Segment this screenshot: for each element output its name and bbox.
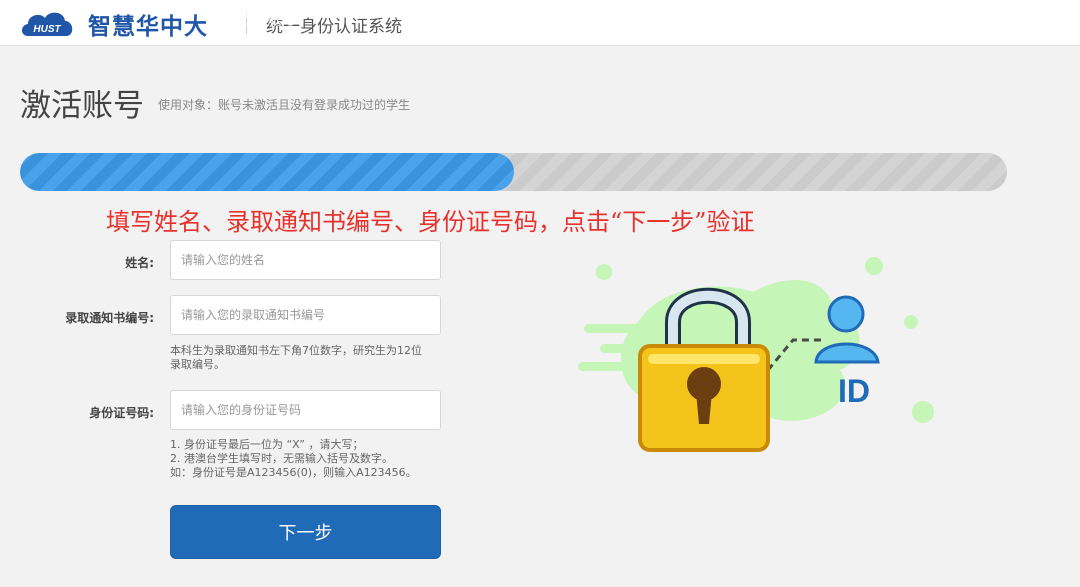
id-number-input[interactable] [170,390,441,430]
admission-hint-line: 录取编号。 [170,358,225,371]
admission-number-hint: 本科生为录取通知书左下角7位数字，研究生为12位 录取编号。 [170,344,450,372]
id-text: ID [838,373,870,409]
id-hint-line: 1. 身份证号最后一位为 “X” ，请大写； [170,438,364,451]
step-progress-fill [20,153,514,191]
id-number-label: 身份证号码: [89,406,154,420]
page-subtitle: 使用对象：账号未激活且没有登录成功过的学生 [158,98,411,112]
admission-hint-line: 本科生为录取通知书左下角7位数字，研究生为12位 [170,344,422,357]
step-progress-bar [20,153,1007,191]
name-label: 姓名: [125,256,154,270]
next-step-button[interactable]: 下一步 [170,505,441,559]
admission-number-input[interactable] [170,295,441,335]
name-input[interactable] [170,240,441,280]
step-activate-account: 激活账号 [236,10,297,28]
instruction-text: 填写姓名、录取通知书编号、身份证号码，点击“下一步”验证 [106,208,755,236]
page-title: 激活账号 [20,88,144,124]
id-hint-line: 如：身份证号是A123456(0)，则输入A123456。 [170,466,417,479]
step-set-password: 设置密码 [729,10,790,28]
id-number-hints: 1. 身份证号最后一位为 “X” ，请大写； 2. 港澳台学生填写时，无需输入括… [170,438,450,480]
admission-number-label: 录取通知书编号: [65,311,154,325]
security-illustration: ID [578,257,934,452]
id-hint-line: 2. 港澳台学生填写时，无需输入括号及数字。 [170,452,393,465]
